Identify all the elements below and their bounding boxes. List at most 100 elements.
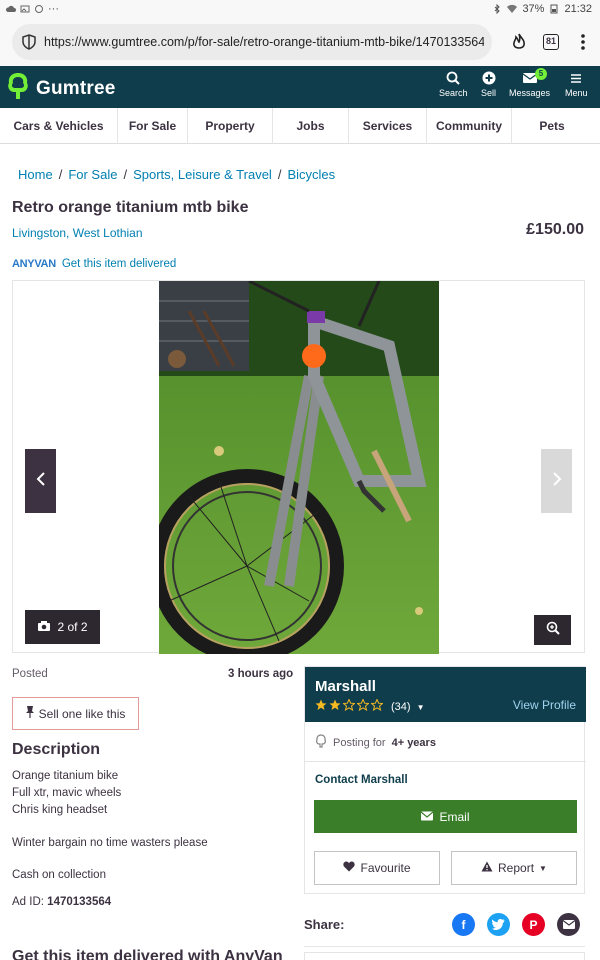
chevron-right-icon <box>552 471 562 491</box>
listing-price: £150.00 <box>526 221 584 238</box>
listing-photo[interactable] <box>159 281 439 654</box>
contact-seller-label: Contact Marshall <box>315 774 408 786</box>
battery-level: 37% <box>522 3 545 15</box>
share-buttons: f P <box>452 913 580 936</box>
description-title: Description <box>12 741 101 758</box>
facebook-icon[interactable]: f <box>452 913 475 936</box>
breadcrumb-for-sale[interactable]: For Sale <box>68 167 117 182</box>
gallery-counter: 2 of 2 <box>25 610 100 644</box>
category-property[interactable]: Property <box>188 108 273 144</box>
ad-id: Ad ID: 1470133564 <box>12 896 112 908</box>
site-header: Gumtree Search Sell 5 Messages Menu <box>0 66 600 108</box>
url-text[interactable]: https://www.gumtree.com/p/for-sale/retro… <box>44 35 484 49</box>
messages-badge: 5 <box>535 68 547 80</box>
header-messages[interactable]: 5 Messages <box>509 68 550 98</box>
divider <box>304 946 585 947</box>
pinterest-icon[interactable]: P <box>522 913 545 936</box>
star-empty-icon <box>356 698 370 716</box>
category-pets[interactable]: Pets <box>512 108 592 144</box>
email-seller-button[interactable]: Email <box>314 800 577 833</box>
seller-name[interactable]: Marshall <box>315 678 376 695</box>
sell-one-like-this-button[interactable]: Sell one like this <box>12 697 139 730</box>
breadcrumb: Home / For Sale / Sports, Leisure & Trav… <box>18 167 335 182</box>
listing-location[interactable]: Livingston, West Lothian <box>12 226 143 240</box>
gallery-zoom-button[interactable] <box>534 615 571 645</box>
shield-icon[interactable] <box>22 34 36 50</box>
caret-down-icon: ▼ <box>416 702 425 712</box>
kebab-menu-icon[interactable] <box>573 32 593 52</box>
zoom-icon <box>546 621 560 640</box>
delivery-link[interactable]: ANYVAN Get this item delivered <box>12 258 176 270</box>
delivery-text: Get this item delivered <box>61 258 177 270</box>
header-sell[interactable]: Sell <box>481 71 496 98</box>
breadcrumb-home[interactable]: Home <box>18 167 53 182</box>
category-jobs[interactable]: Jobs <box>273 108 349 144</box>
category-for-sale[interactable]: For Sale <box>118 108 188 144</box>
favourite-button[interactable]: Favourite <box>314 851 440 885</box>
image-gallery: 2 of 2 <box>12 280 585 654</box>
star-filled-icon <box>329 698 341 716</box>
breadcrumb-separator: / <box>277 167 282 182</box>
gallery-next-button[interactable] <box>541 449 572 513</box>
report-button[interactable]: Report ▼ <box>451 851 577 885</box>
description-line: Cash on collection <box>12 869 106 881</box>
star-empty-icon <box>342 698 356 716</box>
twitter-icon[interactable] <box>487 913 510 936</box>
camera-icon <box>37 620 51 635</box>
ad-id-value: 1470133564 <box>47 896 112 908</box>
battery-icon <box>549 4 559 14</box>
heart-icon <box>343 861 356 875</box>
header-search[interactable]: Search <box>439 71 468 98</box>
browser-toolbar: https://www.gumtree.com/p/for-sale/retro… <box>0 20 600 66</box>
description-line: Chris king headset <box>12 804 108 816</box>
caret-down-icon: ▼ <box>539 863 547 873</box>
cloud-icon <box>5 4 16 14</box>
email-share-icon[interactable] <box>557 913 580 936</box>
seller-header: Marshall (34) ▼ View Profile <box>305 667 586 722</box>
share-label: Share: <box>304 917 345 932</box>
posted-label: Posted <box>12 668 48 680</box>
hamburger-icon <box>565 71 588 87</box>
tab-counter[interactable]: 81 <box>541 32 561 52</box>
gallery-icon <box>20 4 30 14</box>
star-empty-icon <box>370 698 384 716</box>
anyvan-promo-heading: Get this item delivered with AnyVan <box>12 948 283 960</box>
chevron-left-icon <box>36 471 46 491</box>
listing-title: Retro orange titanium mtb bike <box>12 199 249 216</box>
search-icon <box>439 71 468 87</box>
posted-value: 3 hours ago <box>228 668 294 680</box>
category-cars-vehicles[interactable]: Cars & Vehicles <box>0 108 118 144</box>
seller-rating[interactable]: (34) ▼ <box>315 698 424 716</box>
star-filled-icon <box>315 698 327 716</box>
breadcrumb-bicycles[interactable]: Bicycles <box>287 167 335 182</box>
breadcrumb-separator: / <box>123 167 128 182</box>
tree-outline-icon <box>315 734 327 751</box>
description-line: Orange titanium bike <box>12 770 119 782</box>
plus-circle-icon <box>481 71 496 87</box>
rating-count: (34) <box>391 701 411 713</box>
status-more: ··· <box>48 3 59 15</box>
next-card <box>304 952 585 960</box>
breadcrumb-sports-leisure-travel[interactable]: Sports, Leisure & Travel <box>133 167 272 182</box>
address-bar[interactable]: https://www.gumtree.com/p/for-sale/retro… <box>12 24 492 60</box>
header-menu[interactable]: Menu <box>565 71 588 98</box>
gallery-prev-button[interactable] <box>25 449 56 513</box>
breadcrumb-separator: / <box>58 167 63 182</box>
bluetooth-icon <box>492 3 502 15</box>
description-line: Winter bargain no time wasters please <box>12 837 208 849</box>
clock: 21:32 <box>564 3 592 15</box>
pin-icon <box>25 705 34 722</box>
wifi-icon <box>507 4 518 14</box>
envelope-icon <box>421 810 434 824</box>
view-profile-link[interactable]: View Profile <box>513 698 576 712</box>
flame-icon[interactable] <box>509 32 529 52</box>
category-services[interactable]: Services <box>349 108 427 144</box>
cloud-sync-icon <box>34 4 44 14</box>
status-bar: ··· 37% 21:32 <box>0 0 600 20</box>
divider <box>305 761 586 762</box>
category-community[interactable]: Community <box>427 108 512 144</box>
tree-icon <box>6 71 30 106</box>
gumtree-logo[interactable]: Gumtree <box>6 71 116 106</box>
category-nav: Cars & Vehicles For Sale Property Jobs S… <box>0 108 600 144</box>
description-line: Full xtr, mavic wheels <box>12 787 122 799</box>
